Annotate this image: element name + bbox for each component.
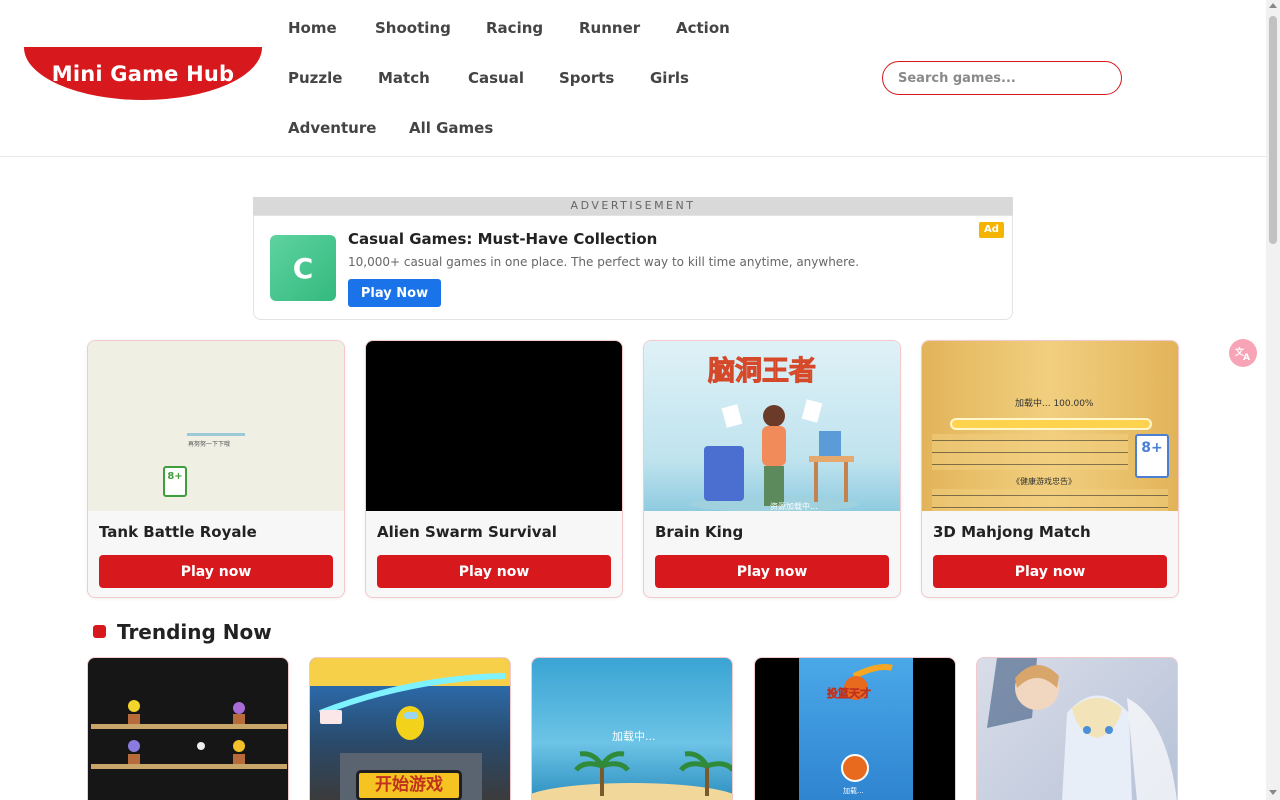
thumb-logo-text: 投篮天才 <box>827 687 872 700</box>
game-thumbnail[interactable]: 脑洞王者 资源加载中... <box>644 341 900 511</box>
start-game-label: 开始游戏 <box>356 770 462 800</box>
loading-progress-bar <box>950 418 1152 430</box>
site-header: Mini Game Hub Home Shooting Racing Runne… <box>0 0 1266 157</box>
age-rating-badge: 8+ <box>1135 434 1169 478</box>
office-illustration-icon <box>689 399 859 511</box>
ad-label: ADVERTISEMENT <box>253 197 1013 215</box>
game-card-alien-swarm-survival[interactable]: Alien Swarm Survival Play now <box>365 340 623 598</box>
nav-item-shooting[interactable]: Shooting <box>375 19 451 37</box>
thumb-fine-print <box>932 489 1168 511</box>
nav-item-racing[interactable]: Racing <box>486 19 543 37</box>
bride-thumbnail-icon <box>987 658 1177 800</box>
flower-shelf-thumbnail-icon <box>91 700 287 769</box>
trending-game-card[interactable]: 投篮天才 加载... <box>754 657 956 800</box>
section-marker-icon <box>93 625 106 638</box>
svg-text:A: A <box>1243 353 1250 362</box>
basketball-icon <box>841 754 869 782</box>
palm-tree-thumbnail-icon <box>532 751 732 800</box>
thumb-notice-title: 《健康游戏忠告》 <box>1012 477 1076 486</box>
ad-title: Casual Games: Must-Have Collection <box>348 230 658 248</box>
nav-item-action[interactable]: Action <box>676 19 730 37</box>
thumb-loading-text: 加载... <box>843 787 864 795</box>
ad-play-now-button[interactable]: Play Now <box>348 279 441 307</box>
translate-glyph-icon: 文 A <box>1234 346 1250 362</box>
thumb-fine-print <box>932 434 1128 470</box>
nav-item-home[interactable]: Home <box>288 19 337 37</box>
game-title[interactable]: Brain King <box>655 523 743 541</box>
ad-badge: Ad <box>979 222 1004 238</box>
play-now-button[interactable]: Play now <box>377 555 611 588</box>
game-thumbnail[interactable]: 再努努一下下哦 8+ <box>88 341 344 511</box>
nav-item-girls[interactable]: Girls <box>650 69 689 87</box>
game-title[interactable]: Alien Swarm Survival <box>377 523 557 541</box>
game-thumbnail[interactable]: 加载中... 100.00% 《健康游戏忠告》 8+ <box>922 341 1178 511</box>
game-screen: 投篮天才 加载... <box>799 658 913 800</box>
nav-item-casual[interactable]: Casual <box>468 69 524 87</box>
loading-bar <box>187 433 245 436</box>
trending-game-card[interactable]: 开始游戏 <box>309 657 511 800</box>
game-title[interactable]: 3D Mahjong Match <box>933 523 1091 541</box>
ad-description: 10,000+ casual games in one place. The p… <box>348 255 860 269</box>
play-now-button[interactable]: Play now <box>655 555 889 588</box>
scroll-up-arrow-icon[interactable] <box>1269 3 1277 8</box>
thumb-loading-text: 资源加载中... <box>770 502 818 511</box>
trending-section-title: Trending Now <box>117 620 272 644</box>
thumb-logo-text: 脑洞王者 <box>708 356 817 388</box>
ad-app-icon: C <box>270 235 336 301</box>
age-rating-badge: 8+ <box>163 466 187 497</box>
trending-game-card[interactable]: 加载中... <box>531 657 733 800</box>
search-input[interactable] <box>882 61 1122 95</box>
site-logo[interactable]: Mini Game Hub <box>24 47 262 100</box>
game-thumbnail[interactable] <box>366 341 622 511</box>
translate-icon[interactable]: 文 A <box>1229 339 1257 367</box>
play-now-button[interactable]: Play now <box>933 555 1167 588</box>
ad-banner[interactable]: C Casual Games: Must-Have Collection 10,… <box>253 215 1013 320</box>
nav-item-adventure[interactable]: Adventure <box>288 119 376 137</box>
trending-game-card[interactable] <box>976 657 1178 800</box>
game-card-tank-battle-royale[interactable]: 再努努一下下哦 8+ Tank Battle Royale Play now <box>87 340 345 598</box>
game-title[interactable]: Tank Battle Royale <box>99 523 257 541</box>
game-card-3d-mahjong-match[interactable]: 加载中... 100.00% 《健康游戏忠告》 8+ 3D Mahjong Ma… <box>921 340 1179 598</box>
nav-item-puzzle[interactable]: Puzzle <box>288 69 342 87</box>
thumb-loading-text: 再努努一下下哦 <box>188 441 231 448</box>
play-now-button[interactable]: Play now <box>99 555 333 588</box>
game-card-brain-king[interactable]: 脑洞王者 资源加载中... Brain King Play now <box>643 340 901 598</box>
scrollbar-thumb[interactable] <box>1269 16 1277 244</box>
nav-item-match[interactable]: Match <box>378 69 430 87</box>
nav-item-all-games[interactable]: All Games <box>409 119 493 137</box>
thumb-loading-text: 加载中... 100.00% <box>1015 399 1094 409</box>
nav-item-sports[interactable]: Sports <box>559 69 614 87</box>
nav-item-runner[interactable]: Runner <box>579 19 640 37</box>
scroll-down-arrow-icon[interactable] <box>1269 790 1277 795</box>
trending-game-card[interactable] <box>87 657 289 800</box>
